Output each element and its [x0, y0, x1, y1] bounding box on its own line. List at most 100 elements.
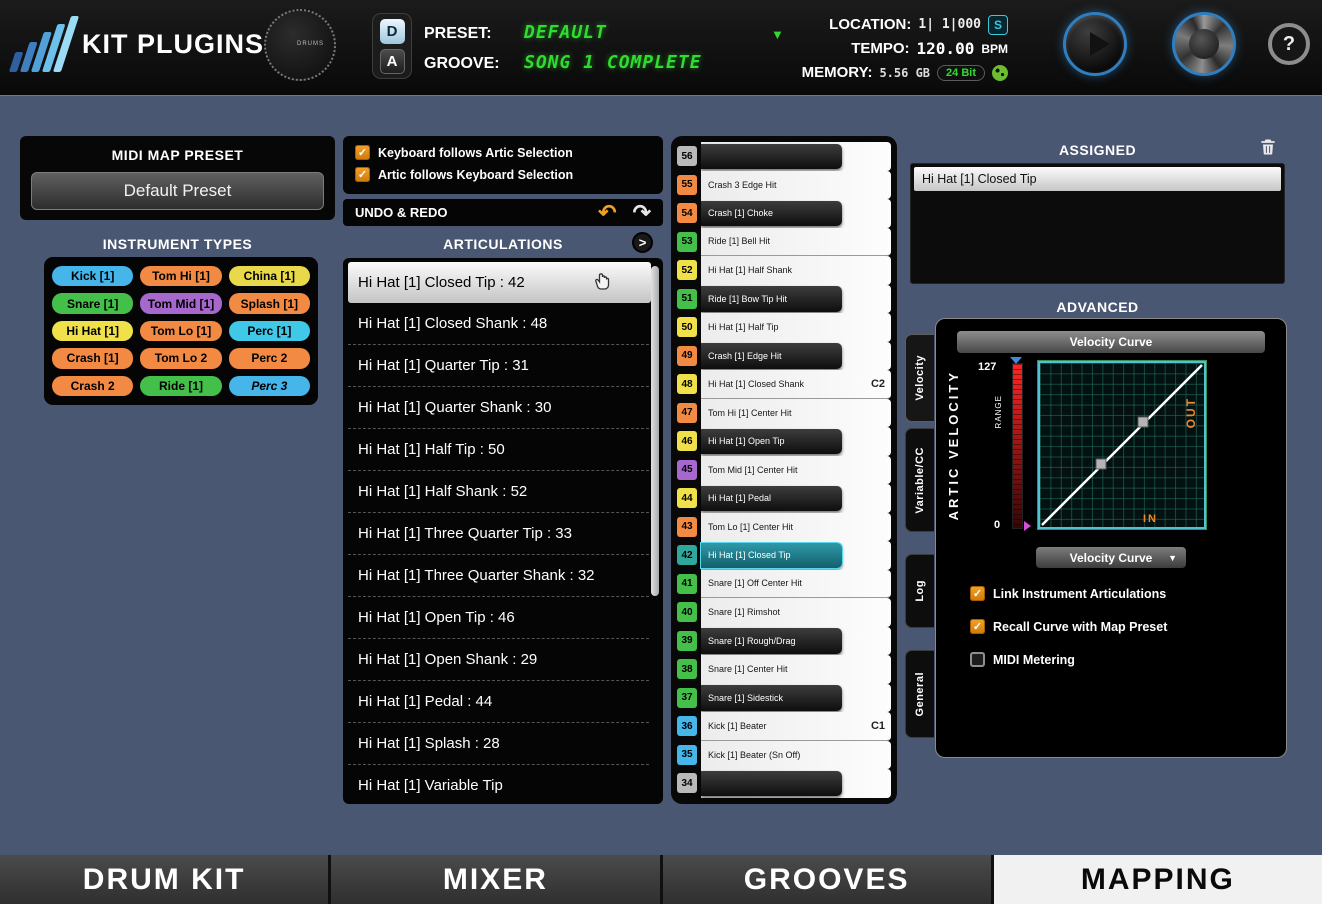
checkbox-checked-icon[interactable]: ✓ — [355, 145, 370, 160]
advanced-tab-log[interactable]: Log — [905, 554, 934, 628]
white-key[interactable]: Snare [1] Off Center Hit — [701, 570, 891, 599]
instrument-type-button[interactable]: Snare [1] — [52, 293, 133, 313]
range-meter[interactable] — [1012, 363, 1023, 529]
white-key[interactable]: Crash 3 Edge Hit — [701, 171, 891, 200]
curve-handle[interactable] — [1138, 417, 1148, 427]
bottom-tab-drum-kit[interactable]: DRUM KIT — [0, 855, 328, 904]
black-key[interactable] — [701, 771, 842, 797]
white-key[interactable]: Ride [1] Bell Hit — [701, 228, 891, 257]
instrument-type-button[interactable]: Hi Hat [1] — [52, 321, 133, 341]
white-key-gap[interactable]: Ride [1] Bow Tip Hit — [701, 285, 891, 314]
follow-option[interactable]: ✓Artic follows Keyboard Selection — [355, 167, 663, 182]
articulation-item[interactable]: Hi Hat [1] Closed Tip : 42 — [348, 262, 651, 303]
follow-option[interactable]: ✓Keyboard follows Artic Selection — [355, 145, 663, 160]
velocity-curve-dropdown[interactable]: Velocity Curve ▼ — [1036, 547, 1186, 568]
white-key[interactable]: Tom Lo [1] Center Hit — [701, 513, 891, 542]
articulation-item[interactable]: Hi Hat [1] Open Tip : 46 — [348, 597, 649, 639]
articulation-item[interactable]: Hi Hat [1] Half Shank : 52 — [348, 471, 649, 513]
articulation-item[interactable]: Hi Hat [1] Open Shank : 29 — [348, 639, 649, 681]
advanced-option[interactable]: MIDI Metering — [970, 652, 1286, 667]
checkbox-checked-icon[interactable]: ✓ — [970, 619, 985, 634]
default-preset-button[interactable]: Default Preset — [31, 172, 324, 210]
instrument-type-button[interactable]: Tom Mid [1] — [140, 293, 221, 313]
range-top-marker-icon[interactable] — [1010, 357, 1022, 364]
assigned-item[interactable]: Hi Hat [1] Closed Tip — [914, 167, 1281, 191]
white-key[interactable]: Tom Mid [1] Center Hit — [701, 456, 891, 485]
black-key[interactable]: Ride [1] Bow Tip Hit — [701, 286, 842, 312]
help-button[interactable]: ? — [1268, 23, 1310, 65]
black-key[interactable]: Hi Hat [1] Open Tip — [701, 429, 842, 455]
range-bottom-marker-icon[interactable] — [1024, 521, 1031, 531]
white-key[interactable]: Hi Hat [1] Closed ShankC2 — [701, 370, 891, 399]
articulations-expand-icon[interactable]: > — [632, 232, 653, 253]
advanced-tab-velocity[interactable]: Velocity — [905, 334, 934, 422]
white-key[interactable]: Hi Hat [1] Half Tip — [701, 313, 891, 342]
articulation-item[interactable]: Hi Hat [1] Splash : 28 — [348, 723, 649, 765]
white-key[interactable]: Kick [1] BeaterC1 — [701, 712, 891, 741]
articulation-item[interactable]: Hi Hat [1] Three Quarter Tip : 33 — [348, 513, 649, 555]
white-key[interactable]: Hi Hat [1] Half Shank — [701, 256, 891, 285]
instrument-type-button[interactable]: Tom Hi [1] — [140, 266, 221, 286]
trash-icon[interactable] — [1258, 137, 1278, 157]
instrument-type-button[interactable]: Perc 3 — [229, 376, 310, 396]
articulation-item[interactable]: Hi Hat [1] Quarter Tip : 31 — [348, 345, 649, 387]
tempo-value[interactable]: 120.00 — [917, 39, 975, 58]
black-key[interactable]: Hi Hat [1] Closed Tip — [701, 543, 842, 569]
white-key[interactable]: Kick [1] Beater (Sn Off) — [701, 741, 891, 770]
checkbox-checked-icon[interactable]: ✓ — [970, 586, 985, 601]
articulation-item[interactable]: Hi Hat [1] Variable Tip — [348, 765, 649, 806]
advanced-option[interactable]: ✓Recall Curve with Map Preset — [970, 619, 1286, 634]
instrument-type-button[interactable]: Crash 2 — [52, 376, 133, 396]
white-key-gap[interactable] — [701, 769, 891, 798]
instrument-type-button[interactable]: Splash [1] — [229, 293, 310, 313]
preset-value[interactable]: DEFAULT — [524, 22, 607, 43]
white-key-gap[interactable]: Crash [1] Choke — [701, 199, 891, 228]
black-key[interactable]: Hi Hat [1] Pedal — [701, 486, 842, 512]
curve-plot-area[interactable]: OUT IN — [1038, 361, 1206, 529]
black-key[interactable] — [701, 144, 842, 170]
articulation-item[interactable]: Hi Hat [1] Pedal : 44 — [348, 681, 649, 723]
white-key[interactable]: Tom Hi [1] Center Hit — [701, 399, 891, 428]
instrument-type-button[interactable]: Perc 2 — [229, 348, 310, 368]
undo-icon[interactable]: ↶ — [598, 202, 616, 224]
instrument-type-button[interactable]: Tom Lo [1] — [140, 321, 221, 341]
white-key[interactable]: Snare [1] Rimshot — [701, 598, 891, 627]
redo-icon[interactable]: ↷ — [633, 202, 651, 224]
black-key[interactable]: Snare [1] Sidestick — [701, 685, 842, 711]
checkbox-checked-icon[interactable]: ✓ — [355, 167, 370, 182]
white-key[interactable]: Snare [1] Center Hit — [701, 655, 891, 684]
bottom-tab-mapping[interactable]: MAPPING — [994, 855, 1322, 904]
curve-handle[interactable] — [1096, 459, 1106, 469]
white-key-gap[interactable]: Crash [1] Edge Hit — [701, 342, 891, 371]
instrument-type-button[interactable]: Kick [1] — [52, 266, 133, 286]
sync-badge[interactable]: S — [988, 15, 1008, 35]
white-key-gap[interactable]: Hi Hat [1] Closed Tip — [701, 541, 891, 570]
white-key-gap[interactable]: Snare [1] Rough/Drag — [701, 627, 891, 656]
white-key-gap[interactable]: Hi Hat [1] Pedal — [701, 484, 891, 513]
bottom-tab-mixer[interactable]: MIXER — [331, 855, 659, 904]
articulation-item[interactable]: Hi Hat [1] Quarter Shank : 30 — [348, 387, 649, 429]
instrument-type-button[interactable]: Ride [1] — [140, 376, 221, 396]
bit-depth-badge[interactable]: 24 Bit — [937, 65, 985, 81]
checkbox-unchecked-icon[interactable] — [970, 652, 985, 667]
volume-knob[interactable] — [1172, 12, 1236, 76]
advanced-option[interactable]: ✓Link Instrument Articulations — [970, 586, 1286, 601]
articulation-scrollbar[interactable] — [651, 266, 659, 596]
articulation-item[interactable]: Hi Hat [1] Closed Shank : 48 — [348, 303, 649, 345]
play-button[interactable] — [1063, 12, 1127, 76]
instrument-type-button[interactable]: Tom Lo 2 — [140, 348, 221, 368]
instrument-type-button[interactable]: Perc [1] — [229, 321, 310, 341]
groove-value[interactable]: SONG 1 COMPLETE — [524, 52, 702, 73]
advanced-tab-general[interactable]: General — [905, 650, 934, 738]
instrument-type-button[interactable]: Crash [1] — [52, 348, 133, 368]
black-key[interactable]: Crash [1] Choke — [701, 201, 842, 227]
bottom-tab-grooves[interactable]: GROOVES — [663, 855, 991, 904]
instrument-type-button[interactable]: China [1] — [229, 266, 310, 286]
black-key[interactable]: Crash [1] Edge Hit — [701, 343, 842, 369]
articulation-item[interactable]: Hi Hat [1] Three Quarter Shank : 32 — [348, 555, 649, 597]
articulation-item[interactable]: Hi Hat [1] Half Tip : 50 — [348, 429, 649, 471]
white-key-gap[interactable]: Snare [1] Sidestick — [701, 684, 891, 713]
advanced-tab-variable-cc[interactable]: Variable/CC — [905, 428, 934, 532]
black-key[interactable]: Snare [1] Rough/Drag — [701, 628, 842, 654]
white-key-gap[interactable] — [701, 142, 891, 171]
